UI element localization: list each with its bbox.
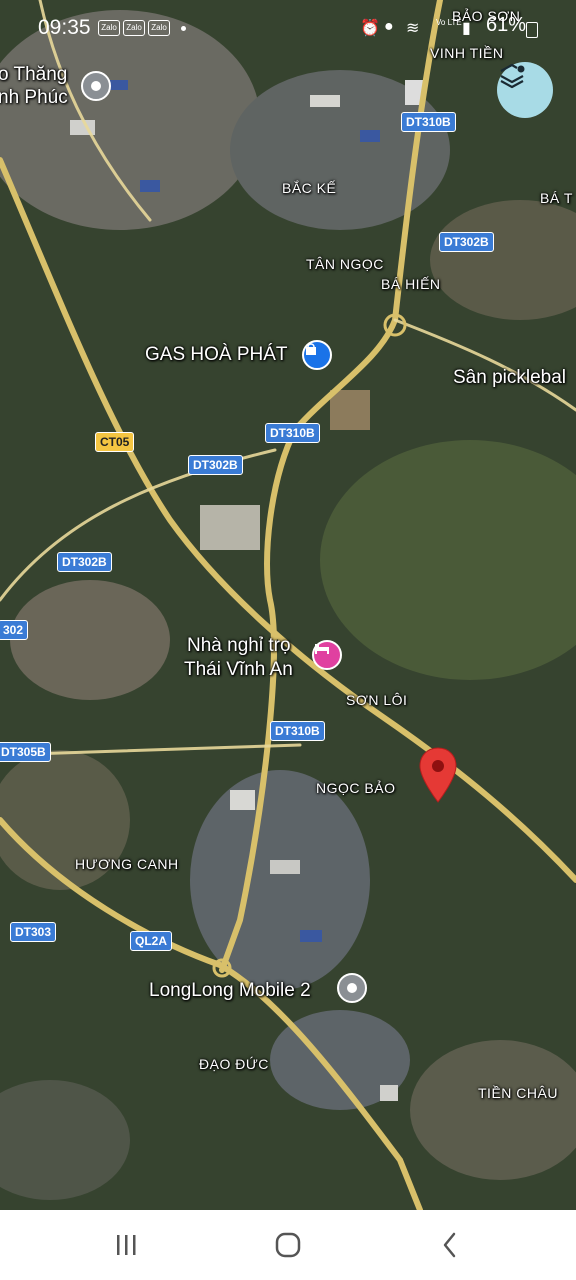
poi-marker[interactable] [337,973,367,1003]
place-label: BẮC KẾ [282,180,337,196]
road-shield: DT310B [401,112,456,132]
place-label: BÁ T [540,190,573,206]
layers-icon [500,63,525,89]
back-button[interactable] [430,1228,470,1262]
status-time: 09:35 [38,16,91,39]
battery-icon [526,22,538,38]
navigation-bar [0,1210,576,1280]
poi-label[interactable]: Sân picklebal [453,367,566,389]
home-icon [275,1232,301,1258]
back-icon [443,1232,456,1258]
poi-marker[interactable] [81,71,111,101]
place-label: SƠN LÔI [346,692,408,708]
location-icon: ● [384,18,394,35]
place-label: ĐẠO ĐỨC [199,1056,269,1072]
recent-apps-button[interactable] [106,1228,146,1262]
place-label: TÂN NGỌC [306,256,384,272]
place-label: HƯƠNG CANH [75,856,179,872]
poi-label[interactable]: LongLong Mobile 2 [149,980,311,1002]
zalo-notification-icon: Zalo [148,20,170,36]
status-bar: 09:35 Zalo Zalo Zalo ⏰ ● ≋ Vo LTE ▮ 61% [0,0,576,58]
road-shield: DT302B [439,232,494,252]
satellite-map[interactable]: BẢO SƠN VINH TIỀN BẮC KẾ BÁ T TÂN NGỌC B… [0,0,576,1210]
road-shield: DT303 [10,922,57,942]
volte-indicator: Vo LTE [436,18,462,27]
road-shield: 302 [0,620,29,640]
road-shield: CT05 [95,432,135,452]
road-shield: DT302B [57,552,112,572]
alarm-icon: ⏰ [360,20,380,37]
zalo-notification-icon: Zalo [123,20,145,36]
poi-label[interactable]: Thái Vĩnh An [184,659,293,681]
layers-button[interactable] [497,62,553,118]
wifi-icon: ≋ [406,20,420,37]
poi-label[interactable]: o Thăng [0,64,67,86]
road-shield: DT302B [188,455,243,475]
zalo-notification-icon: Zalo [98,20,120,36]
shopping-bag-icon[interactable] [302,340,332,370]
recent-apps-icon [117,1235,136,1255]
signal-icon: ▮ [462,20,471,37]
road-shield: QL2A [130,931,173,951]
road-shield: DT310B [265,423,320,443]
place-label: TIỀN CHÂU [478,1085,558,1101]
road-shield: DT305B [0,742,51,762]
poi-label[interactable]: GAS HOÀ PHÁT [145,344,288,366]
battery-level: 61% [486,14,527,36]
home-button[interactable] [268,1228,308,1262]
more-notifications-icon [181,26,186,31]
poi-label[interactable]: nh Phúc [0,87,68,109]
poi-label[interactable]: Nhà nghỉ trọ [187,635,291,657]
place-label: BÁ HIẾN [381,276,441,292]
place-label: NGỌC BẢO [316,780,396,796]
bed-icon[interactable] [312,640,342,670]
road-shield: DT310B [270,721,325,741]
